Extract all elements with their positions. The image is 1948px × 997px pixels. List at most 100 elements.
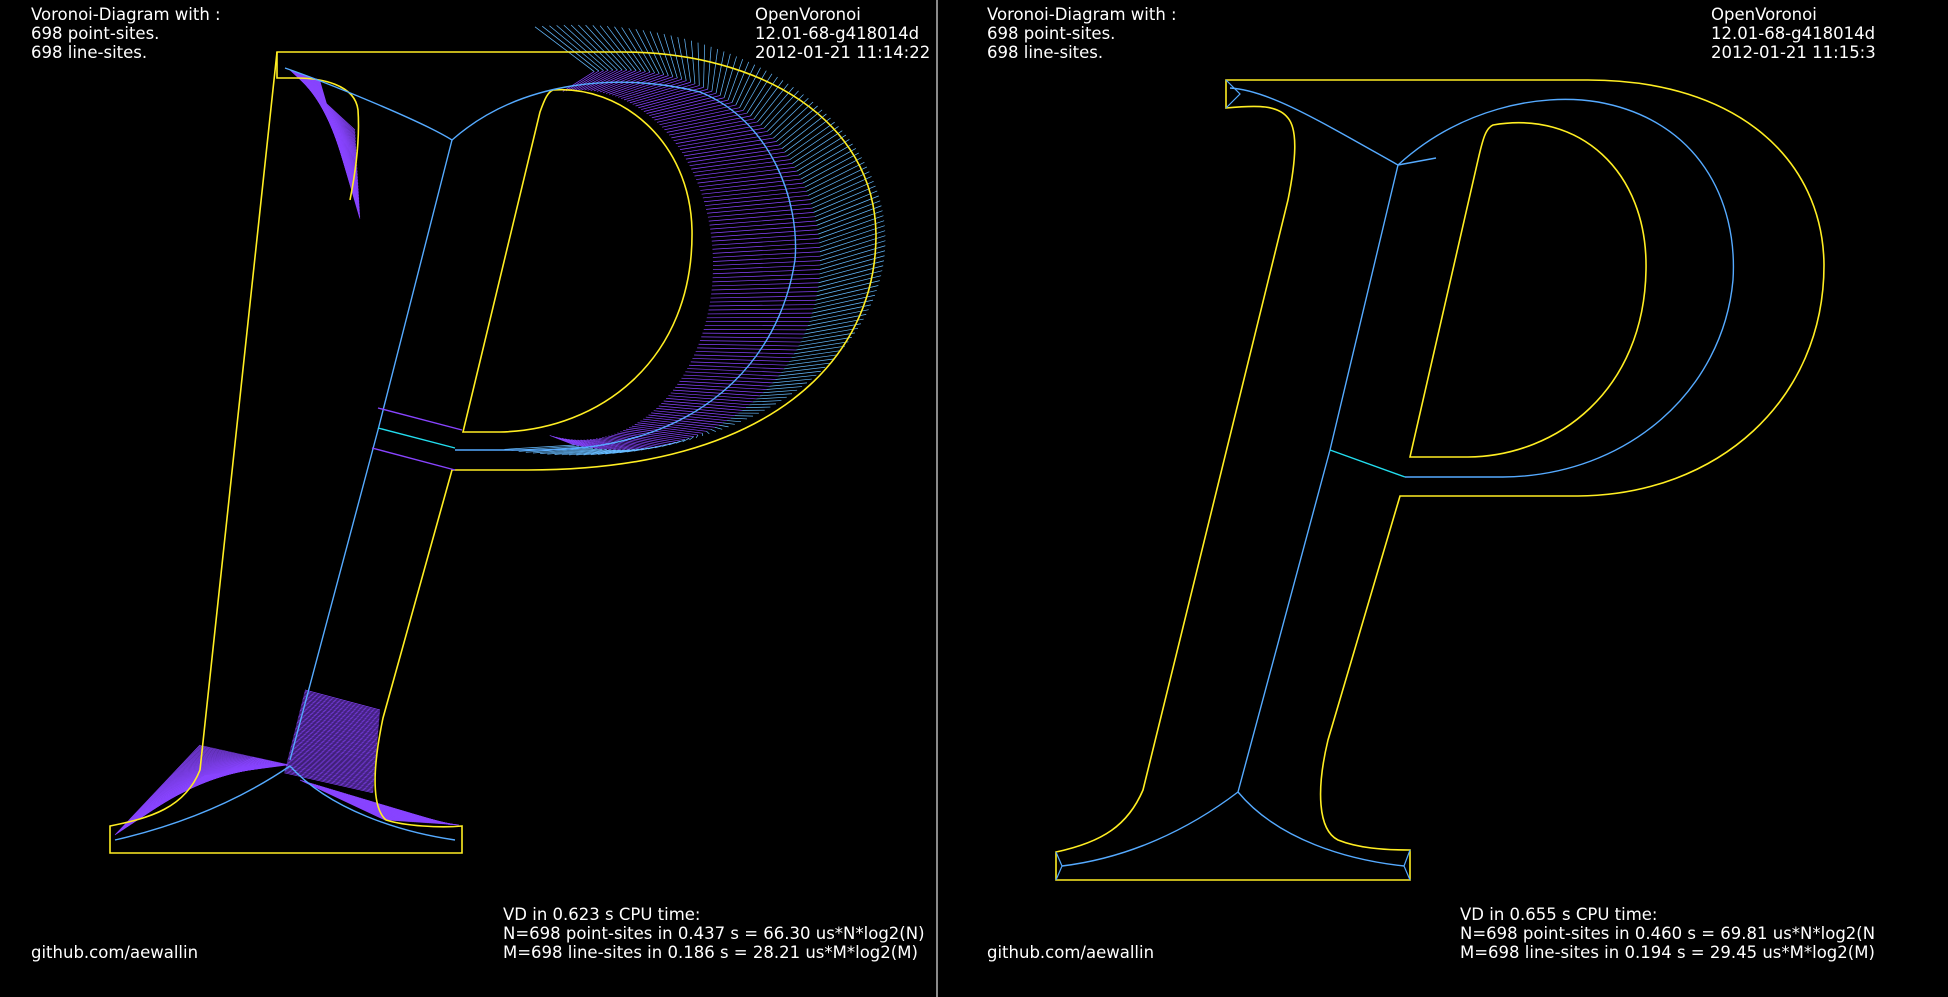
separator-hatch-line	[746, 73, 773, 114]
separator-hatch-line	[773, 101, 814, 139]
cpu-time: VD in 0.623 s CPU time:	[503, 905, 701, 924]
line-site-timing: M=698 line-sites in 0.186 s = 28.21 us*M…	[503, 943, 918, 962]
build-version: 12.01-68-g418014d	[1711, 24, 1875, 43]
separator-hatch-line	[286, 761, 375, 783]
separator-hatch-line	[670, 392, 757, 400]
separator-hatch-line	[766, 386, 803, 390]
separator-hatch-line	[813, 185, 876, 213]
separator-hatch-line	[683, 141, 777, 157]
separator-hatch-line	[709, 299, 816, 303]
corner-bisectors	[1055, 79, 1411, 881]
separator-hatch-line	[711, 291, 818, 295]
medial-axis-foot	[114, 765, 456, 841]
header-title: Voronoi-Diagram with :	[31, 5, 221, 24]
timing-info: VD in 0.623 s CPU time: N=698 point-site…	[503, 905, 925, 962]
separator-hatch-line	[786, 358, 834, 366]
separator-hatch-line	[708, 212, 814, 222]
app-name: OpenVoronoi	[755, 5, 861, 24]
outer-outline	[109, 51, 877, 854]
separator-hatch-line	[118, 745, 204, 833]
separator-hatch-line	[710, 429, 716, 432]
separator-hatch-line	[707, 312, 813, 315]
separator-hatch-line	[711, 233, 819, 242]
separator-hatch-line	[606, 25, 642, 72]
separator-hatch-line	[285, 767, 374, 789]
separator-hatch-line	[675, 386, 764, 394]
version-info: OpenVoronoi 12.01-68-g418014d 2012-01-21…	[1711, 5, 1875, 62]
separator-hatch-line	[719, 53, 731, 96]
separator-hatch-line	[703, 329, 806, 331]
separator-hatch-line	[697, 42, 700, 86]
separator-hatch-line	[694, 354, 792, 359]
voronoi-diagram-right	[1055, 79, 1825, 881]
separator-hatch-line	[287, 760, 375, 782]
separator-hatch-line	[712, 264, 820, 271]
separator-hatch-line	[621, 27, 651, 73]
point-separator	[377, 407, 463, 431]
separator-hatch-line	[709, 216, 815, 226]
build-version: 12.01-68-g418014d	[755, 24, 920, 43]
separator-hatch-line	[710, 295, 817, 299]
left-render-panel: Voronoi-Diagram with : 698 point-sites. …	[0, 0, 937, 997]
separator-hatch-line	[664, 112, 747, 131]
point-separator	[371, 447, 456, 471]
separator-hatch-line	[763, 389, 798, 394]
separator-hatch-line	[818, 210, 883, 235]
separator-hatch-line	[718, 424, 729, 428]
separator-hatch-line	[708, 308, 814, 311]
separator-hatch-line	[663, 400, 746, 408]
separator-hatch-line	[759, 393, 793, 397]
separator-hatch-line	[285, 766, 374, 788]
separator-hatch-line	[711, 286, 818, 291]
timestamp: 2012-01-21 11:14:22	[755, 43, 931, 62]
separator-hatch-line	[707, 46, 712, 90]
separator-hatch-line	[712, 255, 820, 262]
separator-hatch-line	[675, 127, 765, 144]
separator-hatch-line	[119, 745, 205, 833]
separator-hatch-line	[635, 29, 660, 74]
separator-hatch-line	[810, 176, 872, 205]
separator-hatch-line	[563, 24, 614, 71]
separator-hatch-line	[783, 362, 830, 370]
separator-hatching	[114, 24, 886, 836]
separator-hatch-line	[709, 304, 815, 307]
separator-hatch-line	[592, 25, 632, 71]
separator-hatch-line	[541, 25, 600, 72]
counter-outline	[461, 88, 693, 433]
timing-info: VD in 0.655 s CPU time: N=698 point-site…	[1460, 905, 1875, 962]
separator-hatch-line	[695, 351, 794, 355]
separator-hatch-line	[707, 203, 812, 214]
separator-hatch-line	[697, 347, 797, 351]
separator-hatch-line	[815, 195, 879, 222]
separator-hatch-line	[448, 824, 460, 826]
separator-hatch-line	[701, 336, 803, 339]
cpu-time: VD in 0.655 s CPU time:	[1460, 905, 1658, 924]
separator-hatch-line	[705, 195, 809, 206]
app-name: OpenVoronoi	[1711, 5, 1817, 24]
separator-hatch-line	[818, 215, 884, 239]
separator-hatch-line	[632, 85, 700, 105]
separator-hatch-line	[712, 282, 819, 287]
separator-hatch-line	[702, 332, 805, 335]
separator-hatch-line	[715, 51, 725, 94]
footer-link: github.com/aewallin	[987, 943, 1155, 962]
outer-outline	[1055, 79, 1825, 881]
separator-hatch-line	[695, 434, 699, 439]
separator-hatch-line	[814, 190, 878, 218]
point-site-timing: N=698 point-sites in 0.437 s = 66.30 us*…	[503, 924, 925, 943]
point-site-count: 698 point-sites.	[987, 24, 1116, 43]
viewer: Voronoi-Diagram with : 698 point-sites. …	[0, 0, 1948, 997]
separator-hatch-line	[121, 746, 207, 831]
separator-hatch-line	[699, 340, 801, 343]
separator-hatch-line	[789, 354, 838, 362]
separator-hatch-line	[711, 229, 818, 238]
separator-hatch-line	[626, 81, 691, 102]
separator-hatch-line	[749, 403, 776, 406]
point-site-count: 698 point-sites.	[31, 24, 160, 43]
separator-hatch-line	[710, 225, 817, 234]
line-separator	[1329, 449, 1406, 478]
separator-hatch-line	[778, 109, 823, 146]
separator-hatch-line	[772, 378, 812, 384]
separator-hatch-line	[698, 343, 799, 347]
counter-outline	[1408, 121, 1647, 458]
